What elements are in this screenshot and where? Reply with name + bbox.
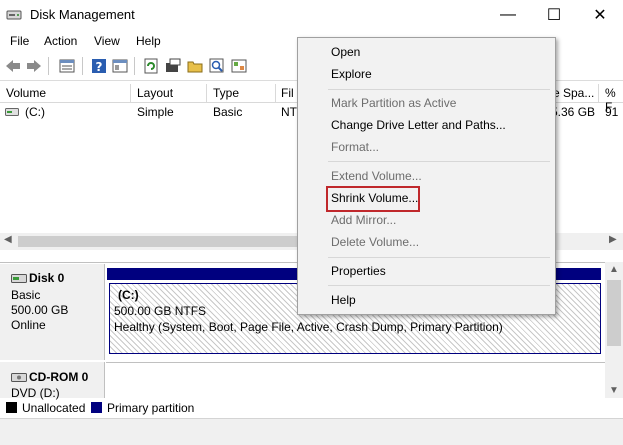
column-file-system[interactable]: Fil — [281, 86, 294, 100]
disk-kind: Basic — [11, 288, 41, 302]
status-bar — [0, 418, 623, 445]
menu-item-mark-active: Mark Partition as Active — [331, 96, 457, 110]
menu-separator — [328, 89, 550, 90]
forward-arrow-icon[interactable] — [25, 57, 43, 75]
partition-label: (C:) — [118, 288, 139, 302]
menu-item-shrink-volume[interactable]: Shrink Volume... — [331, 191, 418, 205]
menu-item-extend-volume: Extend Volume... — [331, 169, 422, 183]
menu-separator — [328, 257, 550, 258]
disk-icon — [11, 274, 27, 283]
open-folder-icon[interactable] — [186, 57, 204, 75]
menu-item-add-mirror: Add Mirror... — [331, 213, 397, 227]
toolbar-divider — [134, 57, 135, 75]
menu-view[interactable]: View — [94, 34, 120, 48]
window-title: Disk Management — [30, 7, 135, 22]
menu-help[interactable]: Help — [136, 34, 161, 48]
help-icon[interactable]: ? — [90, 57, 108, 75]
svg-text:?: ? — [96, 60, 103, 74]
settings-icon[interactable] — [230, 57, 248, 75]
cdrom-0-label[interactable]: CD-ROM 0 DVD (D:) — [0, 362, 105, 400]
menu-separator — [328, 285, 550, 286]
menu-action[interactable]: Action — [44, 34, 77, 48]
column-volume[interactable]: Volume — [6, 86, 46, 100]
menu-file[interactable]: File — [10, 34, 29, 48]
cdrom-area[interactable] — [106, 362, 606, 399]
title-bar: Disk Management — ☐ ✕ — [0, 0, 623, 30]
context-menu: Open Explore Mark Partition as Active Ch… — [297, 37, 556, 315]
menu-item-explore[interactable]: Explore — [331, 67, 372, 81]
toolbar-divider — [82, 57, 83, 75]
primary-partition-swatch — [91, 402, 102, 413]
scroll-left-icon[interactable]: ◀ — [4, 234, 12, 245]
legend-unallocated: Unallocated — [22, 401, 86, 415]
disk-name: Disk 0 — [29, 271, 65, 285]
cdrom-kind: DVD (D:) — [11, 386, 60, 400]
search-icon[interactable] — [208, 57, 226, 75]
legend-primary-partition: Primary partition — [107, 401, 195, 415]
back-arrow-icon[interactable] — [4, 57, 22, 75]
partition-size-fs: 500.00 GB NTFS — [114, 304, 207, 318]
rescan-icon[interactable] — [164, 57, 182, 75]
partition-health: Healthy (System, Boot, Page File, Active… — [114, 320, 503, 334]
column-type[interactable]: Type — [213, 86, 239, 100]
disk-management-icon — [6, 10, 22, 20]
menu-item-open[interactable]: Open — [331, 45, 360, 59]
column-divider[interactable] — [206, 84, 207, 102]
disk-0-label[interactable]: Disk 0 Basic 500.00 GB Online — [0, 264, 105, 360]
volume-file-system: NT — [281, 105, 297, 119]
vertical-scroll-thumb[interactable] — [607, 280, 621, 346]
cdrom-icon — [11, 373, 27, 382]
scroll-right-icon[interactable]: ▶ — [609, 234, 617, 245]
column-divider[interactable] — [598, 84, 599, 102]
legend: Unallocated Primary partition — [0, 400, 623, 416]
volume-name: (C:) — [25, 105, 45, 119]
volume-percent-free: 91 — [605, 105, 619, 119]
volume-layout: Simple — [137, 105, 174, 119]
maximize-button[interactable]: ☐ — [531, 0, 577, 30]
menu-separator — [328, 161, 550, 162]
disk-status: Online — [11, 318, 46, 332]
cdrom-name: CD-ROM 0 — [29, 370, 89, 384]
column-free-space[interactable]: e Spa... — [553, 86, 594, 100]
toolbar-divider — [48, 57, 49, 75]
close-button[interactable]: ✕ — [577, 0, 623, 30]
list-view-icon[interactable] — [58, 57, 76, 75]
scroll-down-icon[interactable]: ▼ — [609, 385, 619, 396]
unallocated-swatch — [6, 402, 17, 413]
column-divider[interactable] — [130, 84, 131, 102]
menu-item-help[interactable]: Help — [331, 293, 356, 307]
volume-free-space: 5.36 GB — [551, 105, 596, 119]
refresh-icon[interactable] — [142, 57, 160, 75]
column-layout[interactable]: Layout — [137, 86, 173, 100]
menu-item-properties[interactable]: Properties — [331, 264, 386, 278]
menu-item-delete-volume: Delete Volume... — [331, 235, 420, 249]
menu-item-format: Format... — [331, 140, 380, 154]
column-divider[interactable] — [275, 84, 276, 102]
properties-view-icon[interactable] — [111, 57, 129, 75]
drive-icon — [5, 108, 19, 116]
volume-type: Basic — [213, 105, 243, 119]
scroll-up-icon[interactable]: ▲ — [609, 264, 619, 275]
disk-size: 500.00 GB — [11, 303, 69, 317]
minimize-button[interactable]: — — [485, 0, 531, 30]
menu-item-change-drive-letter[interactable]: Change Drive Letter and Paths... — [331, 118, 506, 132]
